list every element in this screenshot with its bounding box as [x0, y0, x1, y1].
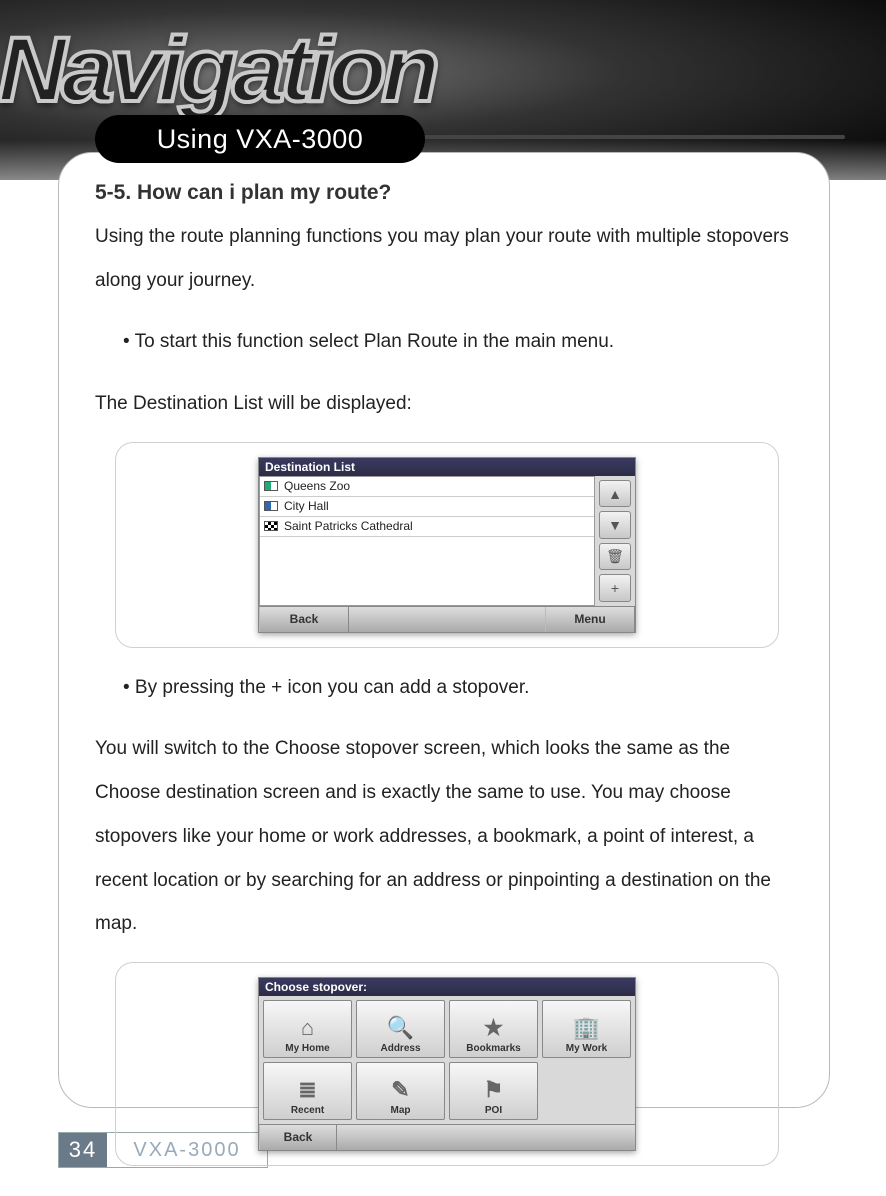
gps-title: Choose stopover:	[259, 978, 635, 996]
tile-my-work[interactable]: 🏢My Work	[542, 1000, 631, 1058]
gps-choose-stopover: Choose stopover: ⌂My Home 🔍Address ★Book…	[258, 977, 636, 1151]
list-item[interactable]: Queens Zoo	[260, 477, 594, 497]
flag-icon	[264, 481, 278, 491]
gps-destination-list: Destination List Queens Zoo City Hall Sa…	[258, 457, 636, 633]
pin-icon: ✎	[391, 1079, 409, 1101]
chapter-divider	[405, 135, 845, 139]
home-icon: ⌂	[301, 1017, 314, 1039]
screenshot-choose-stopover: Choose stopover: ⌂My Home 🔍Address ★Book…	[115, 962, 779, 1166]
list-item[interactable]: City Hall	[260, 497, 594, 517]
tile-map[interactable]: ✎Map	[356, 1062, 445, 1120]
chapter-pill: Using VXA-3000	[95, 115, 425, 163]
star-icon: ★	[484, 1017, 504, 1039]
flag-icon	[264, 521, 278, 531]
search-icon: 🔍	[387, 1017, 414, 1039]
tile-my-home[interactable]: ⌂My Home	[263, 1000, 352, 1058]
intro-text: Using the route planning functions you m…	[95, 215, 799, 302]
bullet-start: • To start this function select Plan Rou…	[95, 320, 799, 364]
page-number: 34	[59, 1133, 107, 1167]
tile-address[interactable]: 🔍Address	[356, 1000, 445, 1058]
add-button[interactable]: +	[599, 574, 631, 602]
building-icon: 🏢	[573, 1017, 600, 1039]
screenshot-destination-list: Destination List Queens Zoo City Hall Sa…	[115, 442, 779, 648]
flag-icon	[264, 501, 278, 511]
tile-recent[interactable]: ≣Recent	[263, 1062, 352, 1120]
brand-title: Navigation	[0, 18, 435, 123]
destination-list: Queens Zoo City Hall Saint Patricks Cath…	[259, 476, 595, 606]
dest-intro: The Destination List will be displayed:	[95, 382, 799, 426]
list-item[interactable]: Saint Patricks Cathedral	[260, 517, 594, 537]
delete-button[interactable]: 🗑	[599, 543, 631, 571]
stopover-paragraph: You will switch to the Choose stopover s…	[95, 727, 799, 945]
tile-bookmarks[interactable]: ★Bookmarks	[449, 1000, 538, 1058]
scroll-down-button[interactable]: ▼	[599, 511, 631, 539]
back-button[interactable]: Back	[259, 1125, 337, 1150]
scroll-up-button[interactable]: ▲	[599, 480, 631, 508]
tile-poi[interactable]: ⚑POI	[449, 1062, 538, 1120]
content-panel: 5-5. How can i plan my route? Using the …	[58, 152, 830, 1108]
bullet-add: • By pressing the + icon you can add a s…	[95, 666, 799, 710]
gps-title: Destination List	[259, 458, 635, 476]
flag-icon: ⚑	[484, 1079, 504, 1101]
section-title: 5-5. How can i plan my route?	[95, 181, 799, 205]
list-icon: ≣	[298, 1079, 316, 1101]
menu-button[interactable]: Menu	[545, 607, 635, 632]
back-button[interactable]: Back	[259, 607, 349, 632]
